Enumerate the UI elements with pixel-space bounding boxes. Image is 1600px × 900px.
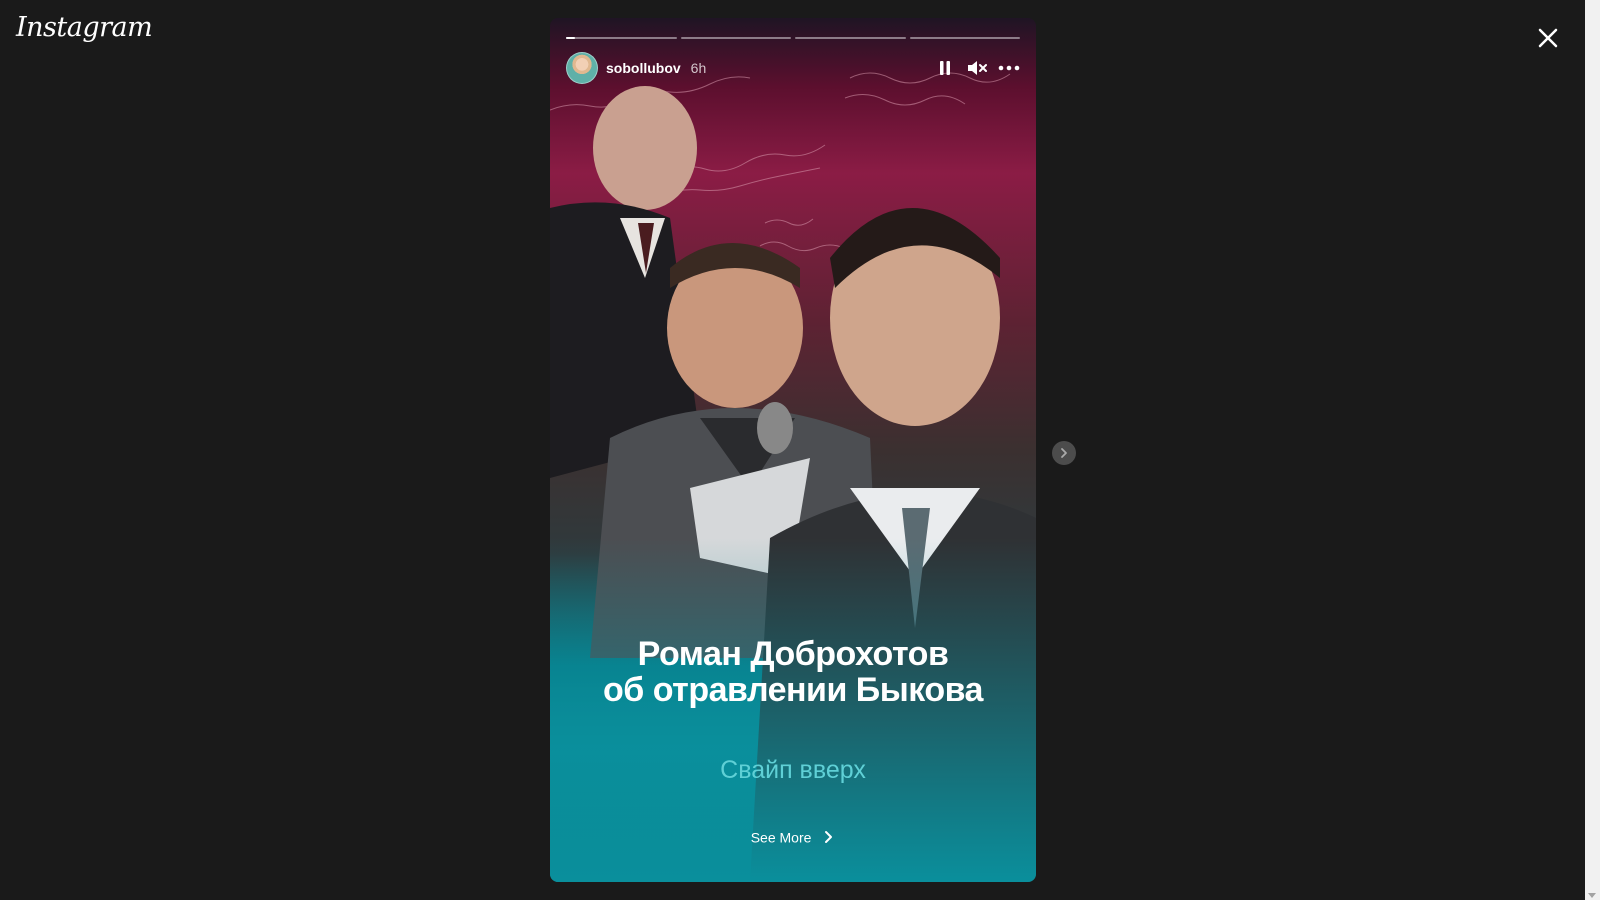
story-headline: Роман Доброхотов об отравлении Быкова [550,636,1036,708]
story-viewer[interactable]: sobollubov 6h Роман Доброхотов об отравл… [550,18,1036,882]
story-timestamp: 6h [690,60,707,76]
see-more-button[interactable]: See More [550,828,1036,845]
headline-line: Роман Доброхотов [637,635,949,673]
story-progress-bar [566,37,1020,39]
more-options-button[interactable] [998,57,1020,79]
mute-button[interactable] [966,57,988,79]
scroll-down-arrow-icon[interactable] [1588,893,1596,898]
pause-button[interactable] [934,57,956,79]
progress-segment [795,37,906,39]
headline-line: об отравлении Быкова [603,671,983,709]
pause-icon [940,61,950,75]
progress-segment [680,37,791,39]
more-options-icon [998,65,1020,71]
avatar[interactable] [566,52,598,84]
chevron-right-icon [825,831,833,844]
close-button[interactable] [1534,24,1562,52]
close-icon [1538,28,1558,48]
swipe-up-text: Свайп вверх [720,756,866,784]
progress-segment [909,37,1020,39]
see-more-label: See More [750,829,812,846]
chevron-right-icon [1061,448,1067,458]
story-image [550,72,1036,882]
progress-fill [566,37,575,39]
username-link[interactable]: sobollubov [606,60,681,76]
progress-segment [566,37,677,39]
next-story-button[interactable] [1052,441,1076,465]
page-scrollbar[interactable] [1585,0,1600,900]
instagram-logo[interactable]: Instagram [16,12,153,43]
muted-speaker-icon [968,61,987,75]
story-controls [934,57,1020,79]
story-header: sobollubov 6h [566,52,1020,84]
